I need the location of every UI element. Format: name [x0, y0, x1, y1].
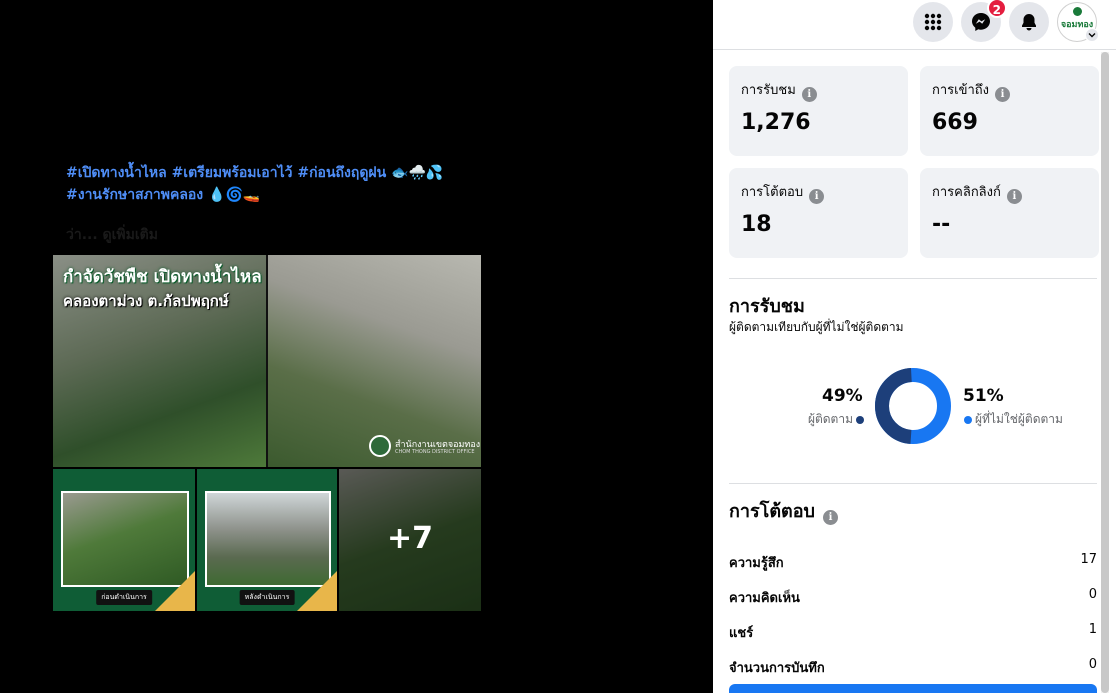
stat-label: การเข้าถึง i	[932, 79, 1011, 102]
info-icon[interactable]: i	[809, 189, 825, 204]
followers-donut-chart	[875, 368, 951, 444]
stat-label-text: การคลิกลิงก์	[932, 185, 1001, 200]
stat-label-text: การเข้าถึง	[932, 83, 990, 98]
menu-button[interactable]	[913, 2, 953, 42]
photo-divider	[266, 255, 268, 467]
stat-card-views: การรับชม i 1,276	[729, 66, 908, 156]
stat-value: 1,276	[741, 110, 811, 135]
insights-panel: 2 จอมทอง การรับชม i 1,276 การเข้าถึง i 6…	[713, 0, 1116, 693]
thumbnail-image	[205, 491, 331, 587]
row-label: แชร์	[729, 626, 754, 641]
engagement-row-comments: ความคิดเห็น 0	[729, 587, 1097, 609]
messenger-button[interactable]: 2	[961, 0, 1007, 42]
photo-thumbnail-after[interactable]: หลังดำเนินการ	[197, 469, 337, 611]
see-more-link[interactable]: ว่า... ดูเพิ่มเติม	[66, 224, 158, 246]
notifications-button[interactable]	[1009, 2, 1049, 42]
row-label: ความรู้สึก	[729, 556, 784, 571]
stat-label: การรับชม i	[741, 79, 817, 102]
account-menu-button[interactable]	[1085, 28, 1099, 42]
divider	[729, 278, 1097, 279]
main-photo[interactable]: กำจัดวัชพืช เปิดทางน้ำไหล คลองตาม่วง ต.ก…	[53, 255, 481, 467]
stat-value: 18	[741, 212, 772, 237]
account-logo-icon	[1073, 7, 1082, 16]
legend-label: ผู้ติดตาม	[807, 412, 853, 426]
photo-title: กำจัดวัชพืช เปิดทางน้ำไหล	[63, 267, 262, 287]
engagement-row-shares: แชร์ 1	[729, 622, 1097, 644]
non-followers-legend: ผู้ที่ไม่ใช่ผู้ติดตาม	[964, 410, 1063, 429]
more-photos-count: +7	[386, 521, 433, 556]
messenger-icon	[972, 13, 990, 31]
chevron-down-icon	[1088, 33, 1096, 38]
info-icon[interactable]: i	[1006, 189, 1022, 204]
post-caption: #เปิดทางน้ำไหล #เตรียมพร้อมเอาไว้ #ก่อนถ…	[66, 162, 486, 206]
row-label: จำนวนการบันทึก	[729, 661, 825, 676]
stat-card-link-clicks: การคลิกลิงก์ i --	[920, 168, 1099, 258]
stat-label-text: การรับชม	[741, 83, 796, 98]
followers-legend: ผู้ติดตาม	[808, 410, 864, 429]
stat-value: --	[932, 212, 951, 237]
stat-label: การคลิกลิงก์ i	[932, 181, 1022, 204]
divider	[729, 483, 1097, 484]
row-value: 0	[1088, 657, 1097, 672]
views-section-subtitle: ผู้ติดตามเทียบกับผู้ที่ไม่ใช่ผู้ติดตาม	[729, 320, 904, 334]
photo-office-name-en: CHOM THONG DISTRICT OFFICE	[395, 449, 475, 455]
legend-dot	[856, 415, 864, 424]
top-bar: 2 จอมทอง	[713, 0, 1116, 50]
scrollbar-thumb[interactable]	[1101, 52, 1109, 693]
messenger-badge: 2	[986, 0, 1007, 18]
caption-line-1[interactable]: #เปิดทางน้ำไหล #เตรียมพร้อมเอาไว้ #ก่อนถ…	[66, 162, 486, 184]
stat-label: การโต้ตอบ i	[741, 181, 825, 204]
district-logo-icon	[369, 435, 391, 457]
row-value: 1	[1088, 622, 1097, 637]
legend-dot	[964, 415, 972, 424]
info-icon[interactable]: i	[822, 510, 838, 525]
followers-percent: 49%	[822, 386, 863, 406]
photo-thumbnail-more[interactable]: +7	[339, 469, 481, 611]
thumbnail-tag: หลังดำเนินการ	[239, 590, 295, 605]
caption-line-2[interactable]: #งานรักษาสภาพคลอง 💧🌀🚤	[66, 184, 486, 206]
row-value: 17	[1080, 552, 1097, 567]
bell-icon	[1022, 14, 1036, 31]
panel-scrollbar[interactable]	[1101, 52, 1109, 693]
photo-thumbnail-before[interactable]: ก่อนดำเนินการ	[53, 469, 195, 611]
engagement-title-text: การโต้ตอบ	[729, 501, 815, 522]
thumbnail-tag: ก่อนดำเนินการ	[96, 590, 152, 605]
info-icon[interactable]: i	[995, 87, 1011, 102]
primary-action-button[interactable]	[729, 684, 1097, 693]
non-followers-percent: 51%	[963, 386, 1004, 406]
row-label: ความคิดเห็น	[729, 591, 800, 606]
row-value: 0	[1088, 587, 1097, 602]
views-section-title: การรับชม	[729, 296, 805, 317]
stat-label-text: การโต้ตอบ	[741, 185, 804, 200]
thumbnail-image	[61, 491, 189, 587]
photo-subtitle: คลองตาม่วง ต.กัลปพฤกษ์	[63, 292, 229, 310]
info-icon[interactable]: i	[801, 87, 817, 102]
grid-menu-icon	[924, 13, 942, 31]
engagement-row-saves: จำนวนการบันทึก 0	[729, 657, 1097, 679]
engagement-section-title: การโต้ตอบ i	[729, 496, 838, 525]
media-viewer: #เปิดทางน้ำไหล #เตรียมพร้อมเอาไว้ #ก่อนถ…	[0, 0, 713, 693]
stat-card-engagement: การโต้ตอบ i 18	[729, 168, 908, 258]
stat-value: 669	[932, 110, 978, 135]
engagement-row-reactions: ความรู้สึก 17	[729, 552, 1097, 574]
legend-label: ผู้ที่ไม่ใช่ผู้ติดตาม	[975, 412, 1063, 426]
stat-card-reach: การเข้าถึง i 669	[920, 66, 1099, 156]
app-root: #เปิดทางน้ำไหล #เตรียมพร้อมเอาไว้ #ก่อนถ…	[0, 0, 1116, 693]
